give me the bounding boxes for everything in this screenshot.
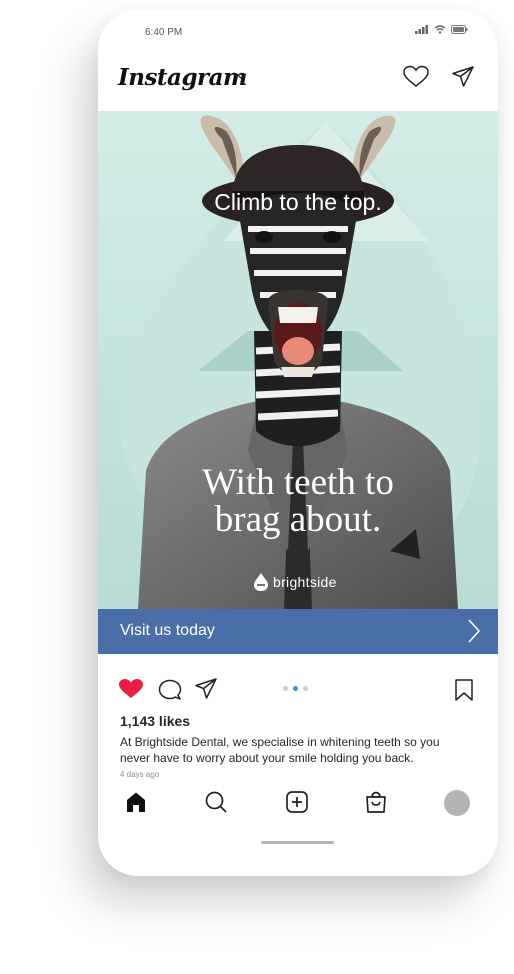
app-header: Instagram [98, 60, 498, 110]
home-icon[interactable] [124, 790, 148, 814]
status-bar: 6:40 PM [98, 10, 498, 50]
heart-filled-icon[interactable] [118, 678, 144, 700]
post-caption: At Brightside Dental, we specialise in w… [120, 735, 440, 765]
carousel-dot-active [293, 686, 298, 691]
chevron-right-icon[interactable] [466, 618, 482, 644]
paper-plane-icon[interactable] [451, 65, 475, 89]
post-actions [98, 674, 498, 704]
status-time: 6:40 PM [145, 27, 183, 38]
comment-icon[interactable] [158, 678, 182, 702]
bottom-nav [98, 788, 498, 818]
cta-banner[interactable]: Visit us today [98, 609, 498, 654]
search-icon[interactable] [204, 790, 228, 814]
heart-icon[interactable] [402, 65, 430, 89]
new-post-icon[interactable] [285, 790, 309, 814]
carousel-dot [283, 686, 288, 691]
tooth-drop-icon [254, 573, 268, 591]
wifi-icon [434, 25, 446, 34]
ad-tagline-line1: With teeth to [202, 462, 394, 503]
ad-tagline-line2: brag about. [214, 499, 382, 540]
ad-headline: Climb to the top. [214, 189, 382, 215]
status-icons [415, 25, 468, 34]
home-indicator[interactable] [261, 841, 334, 844]
carousel-indicator [283, 686, 308, 691]
app-logo[interactable]: Instagram [118, 64, 247, 91]
cta-label[interactable]: Visit us today [120, 622, 215, 640]
share-paper-plane-icon[interactable] [194, 677, 218, 701]
carousel-dot [303, 686, 308, 691]
brand-logo: brightside [253, 572, 337, 592]
likes-count[interactable]: 1,143 likes [120, 713, 190, 729]
post-timestamp: 4 days ago [120, 770, 160, 779]
bookmark-icon[interactable] [454, 678, 474, 702]
brand-name: brightside [273, 574, 337, 590]
profile-avatar[interactable] [444, 790, 470, 816]
shop-icon[interactable] [364, 790, 388, 814]
sponsored-post-image[interactable]: Climb to the top. With teeth to brag abo… [98, 111, 498, 609]
phone-frame: 6:40 PM Instagram Climb to the top. With… [98, 10, 498, 876]
battery-icon [451, 25, 468, 34]
chevron-down-icon[interactable] [236, 73, 247, 80]
signal-icon [415, 25, 428, 34]
